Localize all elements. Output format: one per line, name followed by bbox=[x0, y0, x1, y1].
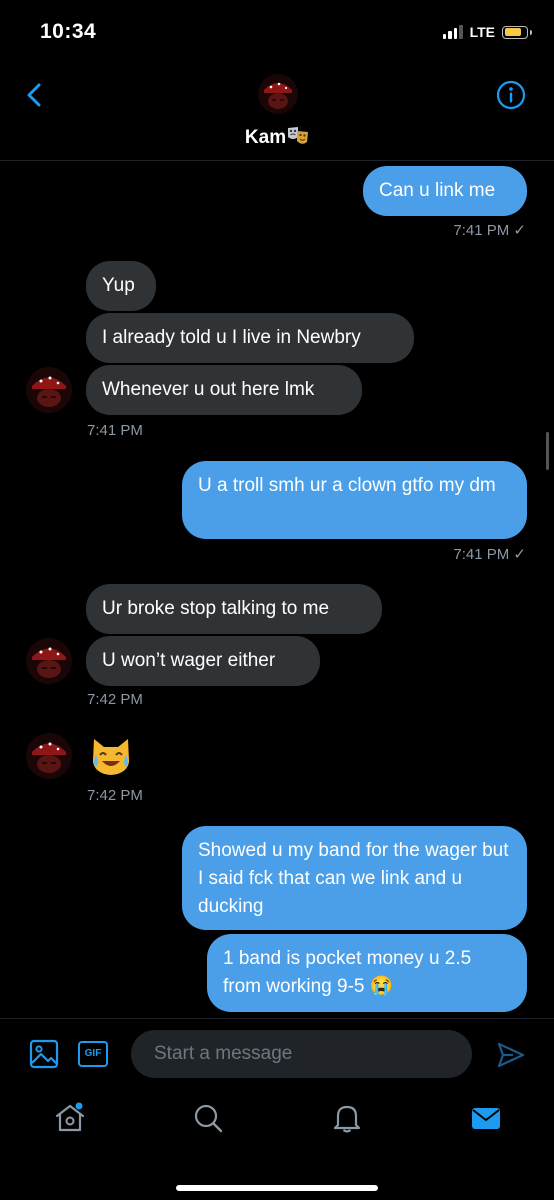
message-bubble-outgoing[interactable]: 1 band is pocket money u 2.5 from workin… bbox=[207, 934, 527, 1012]
image-icon[interactable] bbox=[29, 1039, 59, 1069]
signal-icon bbox=[442, 25, 463, 39]
contact-avatar[interactable] bbox=[26, 367, 72, 413]
battery-icon bbox=[502, 25, 532, 39]
info-icon[interactable] bbox=[496, 80, 526, 110]
send-icon[interactable] bbox=[496, 1040, 526, 1070]
message-input[interactable]: Start a message bbox=[131, 1030, 472, 1078]
contact-avatar[interactable] bbox=[26, 638, 72, 684]
message-bubble-incoming[interactable]: Ur broke stop talking to me bbox=[86, 584, 382, 634]
message-timestamp: 7:42 PM bbox=[87, 691, 143, 708]
cat-with-tears-of-joy-icon[interactable] bbox=[88, 733, 134, 779]
message-timestamp: 7:41 PM ✓ bbox=[453, 546, 526, 563]
message-bubble-outgoing[interactable]: Showed u my band for the wager but I sai… bbox=[182, 826, 527, 930]
header-avatar[interactable] bbox=[258, 74, 298, 114]
message-bubble-incoming[interactable]: I already told u I live in Newbry bbox=[86, 313, 414, 363]
home-indicator bbox=[176, 1185, 378, 1191]
messages-icon[interactable] bbox=[470, 1102, 502, 1134]
search-icon[interactable] bbox=[192, 1102, 224, 1134]
notifications-icon[interactable] bbox=[331, 1102, 363, 1134]
message-timestamp: 7:41 PM ✓ bbox=[453, 222, 526, 239]
message-bubble-outgoing[interactable]: U a troll smh ur a clown gtfo my dm bbox=[182, 461, 527, 539]
contact-avatar[interactable] bbox=[26, 733, 72, 779]
scrollbar[interactable] bbox=[546, 432, 549, 470]
home-icon[interactable] bbox=[54, 1102, 86, 1134]
contact-name-text: Kam bbox=[244, 127, 287, 148]
composer-divider bbox=[0, 1018, 554, 1019]
performing-arts-icon bbox=[288, 127, 309, 144]
message-bubble-incoming[interactable]: U won’t wager either bbox=[86, 636, 320, 686]
status-time: 10:34 bbox=[40, 20, 97, 43]
message-timestamp: 7:42 PM bbox=[87, 787, 143, 804]
back-icon[interactable] bbox=[22, 80, 48, 110]
message-bubble-outgoing[interactable]: Can u link me bbox=[363, 166, 527, 216]
status-indicators: LTE bbox=[442, 24, 532, 40]
message-timestamp: 7:41 PM bbox=[87, 422, 143, 439]
network-label: LTE bbox=[469, 24, 495, 40]
contact-name[interactable]: Kam bbox=[0, 126, 554, 149]
message-bubble-incoming[interactable]: Yup bbox=[86, 261, 156, 311]
gif-button[interactable]: GIF bbox=[78, 1041, 108, 1067]
message-bubble-incoming[interactable]: Whenever u out here lmk bbox=[86, 365, 362, 415]
header-divider bbox=[0, 160, 554, 161]
